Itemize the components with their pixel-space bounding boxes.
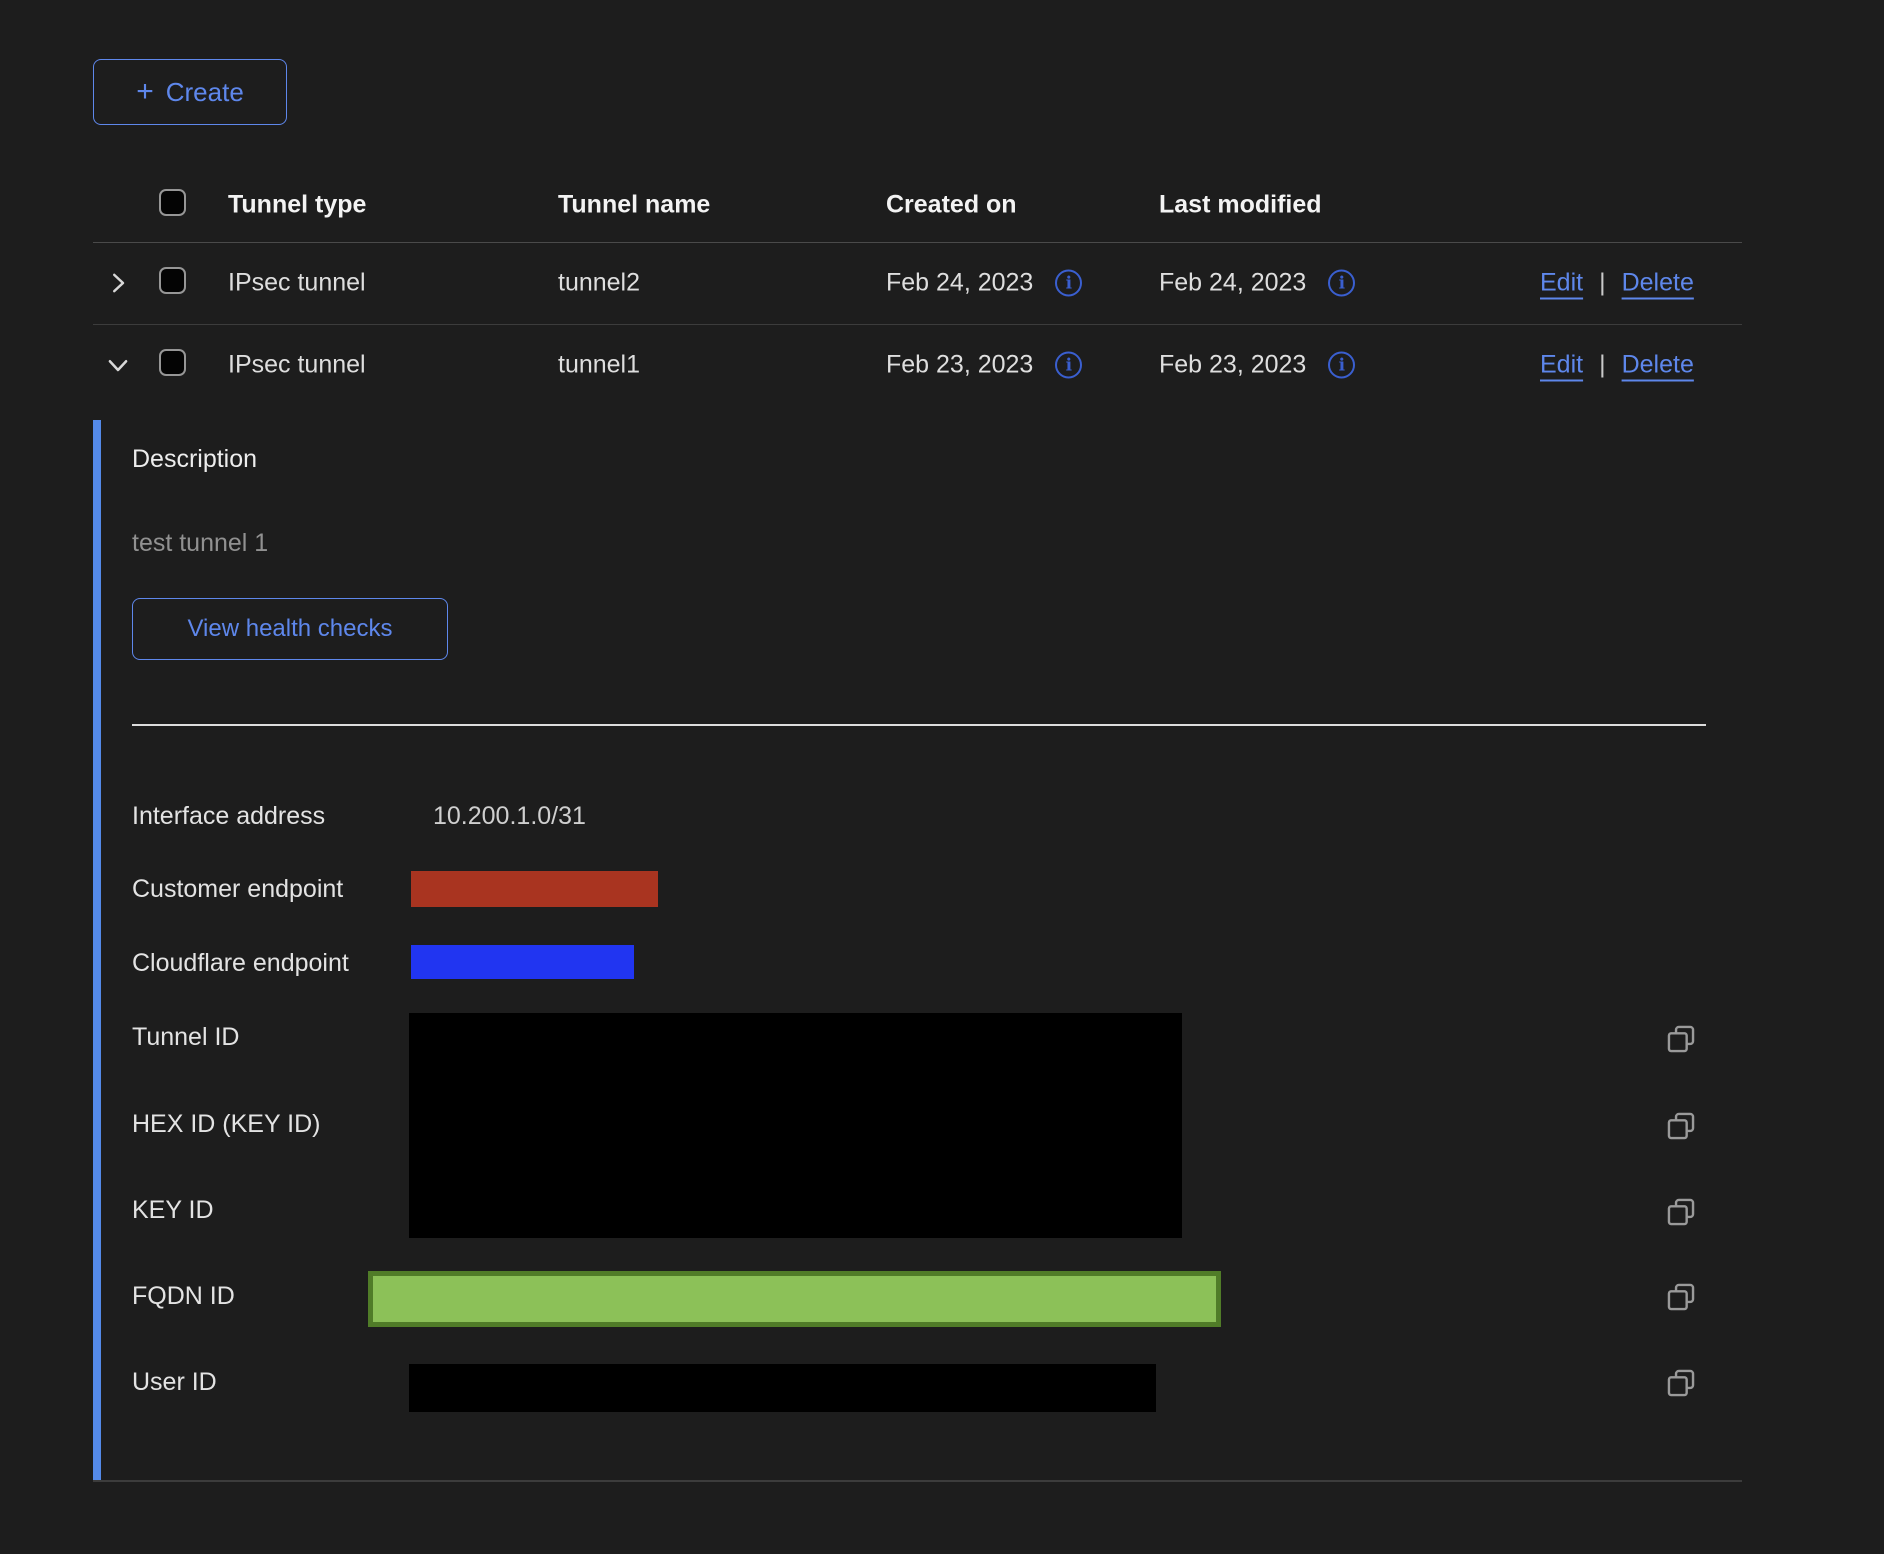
description-value: test tunnel 1 — [132, 529, 268, 558]
customer-endpoint-label: Customer endpoint — [132, 875, 343, 904]
fqdn-id-redacted-value — [368, 1271, 1221, 1327]
copy-hex-id-button[interactable] — [1664, 1109, 1698, 1143]
tunnel-type-cell: IPsec tunnel — [228, 269, 366, 298]
row-expander-chevron-right-icon[interactable] — [103, 268, 133, 298]
column-header-last-modified: Last modified — [1159, 191, 1322, 220]
copy-tunnel-id-button[interactable] — [1664, 1022, 1698, 1056]
cloudflare-endpoint-label: Cloudflare endpoint — [132, 949, 349, 978]
view-health-checks-button[interactable]: View health checks — [132, 598, 448, 660]
created-on-cell: Feb 24, 2023 — [886, 269, 1033, 298]
column-header-created-on: Created on — [886, 191, 1017, 220]
column-header-tunnel-name: Tunnel name — [558, 191, 710, 220]
copy-user-id-button[interactable] — [1664, 1366, 1698, 1400]
fqdn-id-label: FQDN ID — [132, 1282, 235, 1311]
hex-id-label: HEX ID (KEY ID) — [132, 1110, 320, 1139]
create-button[interactable]: + Create — [93, 59, 287, 125]
row-expander-chevron-down-icon[interactable] — [103, 350, 133, 380]
actions-separator: | — [1599, 351, 1606, 380]
plus-icon: + — [136, 77, 154, 107]
last-modified-cell: Feb 24, 2023 — [1159, 269, 1306, 298]
create-button-label: Create — [166, 77, 244, 108]
column-header-tunnel-type: Tunnel type — [228, 191, 366, 220]
last-modified-cell: Feb 23, 2023 — [1159, 351, 1306, 380]
table-header-row: Tunnel type Tunnel name Created on Last … — [93, 168, 1742, 242]
cloudflare-endpoint-redacted-value — [411, 945, 634, 979]
edit-link[interactable]: Edit — [1540, 269, 1583, 298]
info-icon[interactable]: i — [1328, 352, 1355, 379]
row-checkbox[interactable] — [159, 267, 186, 294]
tunnel-id-label: Tunnel ID — [132, 1023, 239, 1052]
expanded-row-indicator-bar — [93, 420, 101, 1480]
tunnels-page: + Create Tunnel type Tunnel name Created… — [0, 0, 1884, 1554]
description-label: Description — [132, 445, 257, 474]
expanded-panel-bottom-divider — [93, 1480, 1742, 1482]
row-checkbox[interactable] — [159, 349, 186, 376]
select-all-checkbox[interactable] — [159, 189, 186, 216]
tunnel-type-cell: IPsec tunnel — [228, 351, 366, 380]
actions-separator: | — [1599, 269, 1606, 298]
user-id-label: User ID — [132, 1368, 217, 1397]
created-on-cell: Feb 23, 2023 — [886, 351, 1033, 380]
tunnel-name-cell: tunnel2 — [558, 269, 640, 298]
delete-link[interactable]: Delete — [1622, 269, 1694, 298]
table-row: IPsec tunnel tunnel1 Feb 23, 2023 i Feb … — [93, 324, 1742, 406]
copy-fqdn-id-button[interactable] — [1664, 1280, 1698, 1314]
section-divider — [132, 724, 1706, 726]
delete-link[interactable]: Delete — [1622, 351, 1694, 380]
interface-address-label: Interface address — [132, 802, 325, 831]
tunnel-name-cell: tunnel1 — [558, 351, 640, 380]
edit-link[interactable]: Edit — [1540, 351, 1583, 380]
interface-address-value: 10.200.1.0/31 — [433, 802, 586, 831]
copy-key-id-button[interactable] — [1664, 1195, 1698, 1229]
info-icon[interactable]: i — [1328, 270, 1355, 297]
info-icon[interactable]: i — [1055, 270, 1082, 297]
customer-endpoint-redacted-value — [411, 871, 658, 907]
key-id-label: KEY ID — [132, 1196, 214, 1225]
info-icon[interactable]: i — [1055, 352, 1082, 379]
user-id-redacted-value — [409, 1364, 1156, 1412]
table-row: IPsec tunnel tunnel2 Feb 24, 2023 i Feb … — [93, 242, 1742, 324]
ids-redacted-value-block — [409, 1013, 1182, 1238]
